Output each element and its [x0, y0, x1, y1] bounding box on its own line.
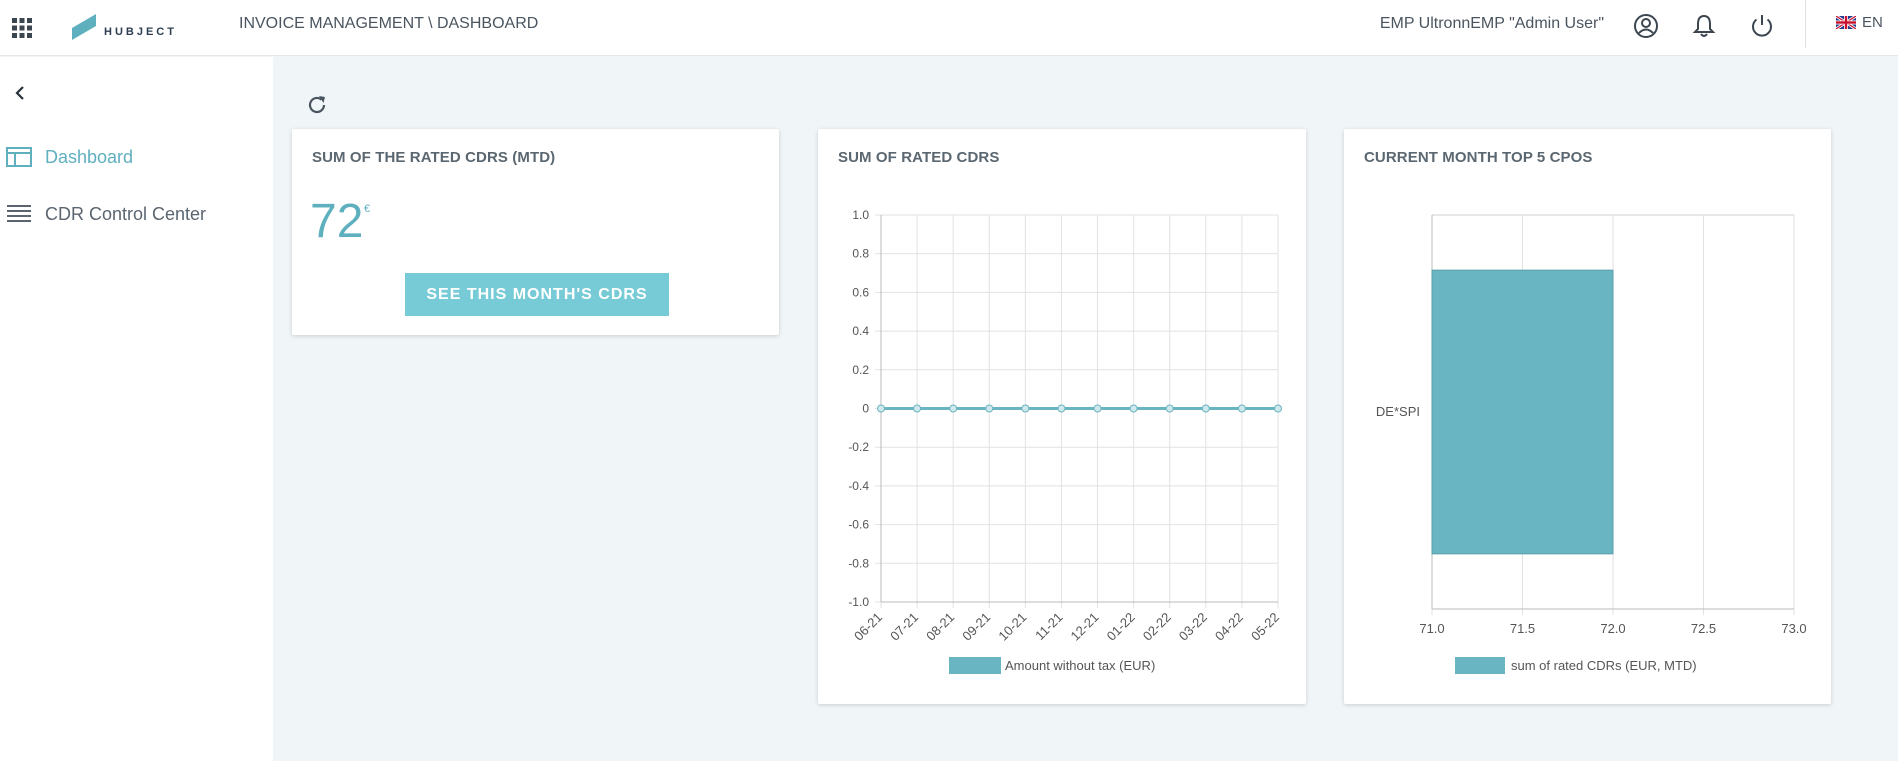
- y-tick-label: 0.8: [852, 247, 869, 261]
- y-tick-label: 1.0: [852, 208, 869, 222]
- x-tick-label: 71.0: [1419, 621, 1444, 636]
- account-icon[interactable]: [1632, 12, 1660, 40]
- sum-of-rated-cdrs-card: SUM OF RATED CDRS 1.0 0.8 0.6 0.4 0.2 0 -0.2 -0…: [818, 129, 1306, 704]
- header-divider: [1805, 0, 1806, 48]
- data-point: [949, 404, 958, 413]
- x-tick-label: 07-21: [887, 610, 921, 644]
- data-point: [1237, 404, 1246, 413]
- rated-cdrs-mtd-card: SUM OF THE RATED CDRS (MTD) 72 € SEE THI…: [292, 129, 779, 335]
- x-tick-label: 01-22: [1104, 610, 1138, 644]
- data-point: [1129, 404, 1138, 413]
- top-5-cpos-card: CURRENT MONTH TOP 5 CPOS 71.0 71.5 72.0 72.…: [1344, 129, 1831, 704]
- logo-text: HUBJECT: [104, 26, 177, 38]
- y-tick-label: 0.2: [852, 363, 869, 377]
- breadcrumb: INVOICE MANAGEMENT \ DASHBOARD: [239, 15, 539, 32]
- hubject-logo[interactable]: HUBJECT: [70, 6, 177, 42]
- user-name: EMP UltronnEMP "Admin User": [1379, 15, 1604, 32]
- x-tick-label: 09-21: [959, 610, 993, 644]
- legend-label: sum of rated CDRs (EUR, MTD): [1511, 658, 1697, 673]
- x-tick-label: 71.5: [1510, 621, 1535, 636]
- y-tick-label: -0.8: [848, 556, 869, 570]
- data-point: [985, 404, 994, 413]
- x-tick-label: 06-21: [851, 610, 885, 644]
- data-point: [1201, 404, 1210, 413]
- legend-swatch: [949, 657, 1001, 674]
- sidebar-item-cdr-control-center[interactable]: CDR Control Center: [0, 194, 273, 234]
- line-chart: 1.0 0.8 0.6 0.4 0.2 0 -0.2 -0.4 -0.6 -0.8 -1.006-2…: [848, 208, 1282, 674]
- bar: [1431, 269, 1614, 555]
- y-tick-label: -0.4: [848, 479, 869, 493]
- list-icon: [6, 203, 32, 225]
- y-tick-label: 0.6: [852, 285, 869, 299]
- data-point: [1093, 404, 1102, 413]
- card-title: SUM OF THE RATED CDRS (MTD): [312, 149, 556, 166]
- y-tick-label: 0.4: [852, 324, 869, 338]
- x-tick-label: 02-22: [1140, 610, 1174, 644]
- uk-flag-icon: [1836, 16, 1856, 29]
- sidebar-item-label: CDR Control Center: [45, 203, 207, 224]
- y-category-label: DE*SPI: [1376, 404, 1420, 419]
- x-tick-label: 72.5: [1691, 621, 1716, 636]
- x-tick-label: 12-21: [1068, 610, 1102, 644]
- legend-label: Amount without tax (EUR): [1005, 658, 1155, 673]
- y-tick-label: 0: [862, 402, 869, 416]
- data-point: [1274, 404, 1282, 413]
- see-this-months-cdrs-button[interactable]: SEE THIS MONTH'S CDRS: [405, 273, 669, 316]
- sidebar-item-label: Dashboard: [45, 146, 134, 167]
- y-tick-label: -0.6: [848, 518, 869, 532]
- refresh-icon[interactable]: [305, 93, 329, 117]
- y-tick-label: -0.2: [848, 440, 869, 454]
- x-tick-label: 04-22: [1212, 610, 1246, 644]
- x-tick-label: 05-22: [1248, 610, 1282, 644]
- x-tick-label: 72.0: [1600, 621, 1625, 636]
- sidebar-item-dashboard[interactable]: Dashboard: [0, 137, 273, 177]
- collapse-sidebar-chevron-left-icon[interactable]: [10, 83, 30, 103]
- y-tick-label: -1.0: [848, 595, 869, 609]
- x-tick-label: 73.0: [1781, 621, 1806, 636]
- bar-chart: 71.0 71.5 72.0 72.5 73.0 DE*SPI sum of rated C…: [1376, 214, 1807, 674]
- notification-bell-icon[interactable]: [1690, 12, 1718, 40]
- data-point: [877, 404, 885, 413]
- x-tick-label: 08-21: [923, 610, 957, 644]
- hubject-logo-mark: [72, 14, 96, 40]
- power-logout-icon[interactable]: [1748, 12, 1776, 40]
- x-tick-label: 11-21: [1032, 610, 1065, 643]
- mtd-sum-value: 72: [310, 195, 364, 248]
- legend-swatch: [1455, 657, 1505, 674]
- data-point: [1057, 404, 1066, 413]
- x-tick-label: 03-22: [1176, 610, 1210, 644]
- apps-grid-icon[interactable]: [10, 16, 34, 40]
- data-point: [1165, 404, 1174, 413]
- sidebar: Dashboard CDR Control Center: [0, 57, 273, 761]
- currency-unit: €: [364, 203, 371, 215]
- dashboard-icon: [6, 146, 32, 168]
- data-point: [1021, 404, 1030, 413]
- data-point: [913, 404, 922, 413]
- language-label: EN: [1862, 14, 1883, 31]
- top-header: HUBJECT INVOICE MANAGEMENT \ DASHBOARD E…: [0, 0, 1898, 56]
- x-tick-label: 10-21: [995, 610, 1029, 644]
- language-selector[interactable]: EN: [1836, 14, 1883, 31]
